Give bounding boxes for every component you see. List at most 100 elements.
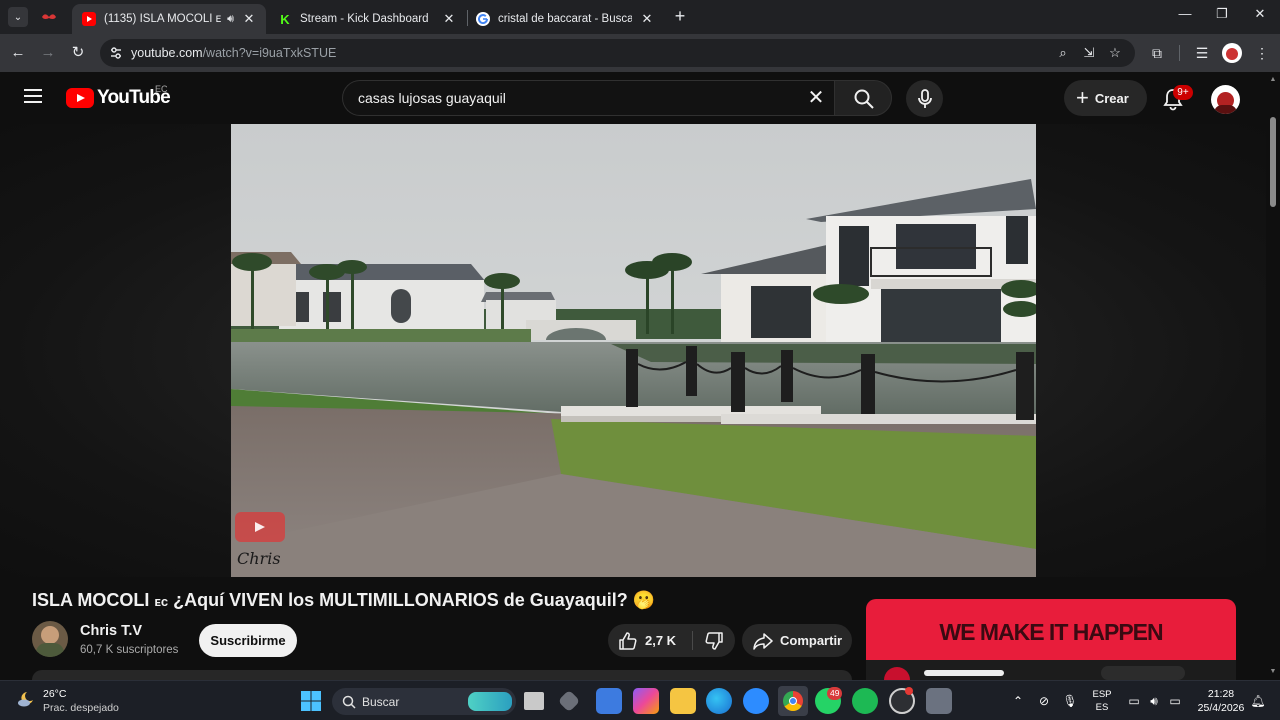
pinned-tab[interactable] bbox=[34, 4, 64, 30]
channel-avatar[interactable] bbox=[32, 621, 68, 657]
dislike-button[interactable] bbox=[693, 624, 735, 657]
create-label: Crear bbox=[1094, 90, 1129, 106]
scroll-down-arrow[interactable]: ▼ bbox=[1269, 668, 1277, 675]
spotify-icon[interactable] bbox=[852, 688, 878, 714]
speaker-icon[interactable]: 🔊︎ bbox=[227, 13, 234, 26]
tab-close-icon[interactable]: ✕ bbox=[442, 11, 456, 27]
clear-search-icon[interactable]: ✕ bbox=[804, 86, 828, 110]
search-input[interactable]: casas lujosas guayaquil ✕ bbox=[342, 80, 834, 116]
account-avatar[interactable] bbox=[1211, 85, 1240, 114]
windows-start-icon[interactable] bbox=[298, 688, 324, 714]
tab-title: (1135) ISLA MOCOLI ᴇᴄ ¿Aq bbox=[104, 13, 222, 25]
recording-dot bbox=[905, 687, 913, 695]
calculator-icon[interactable] bbox=[926, 688, 952, 714]
chrome-taskbar-slot[interactable] bbox=[778, 686, 808, 716]
tab-close-icon[interactable]: ✕ bbox=[640, 11, 654, 27]
like-button[interactable]: 2,7 K bbox=[608, 624, 692, 657]
clock-date[interactable]: 25/4/2026 bbox=[1192, 702, 1250, 714]
clock-time[interactable]: 21:28 bbox=[1192, 688, 1250, 700]
weather-description[interactable]: Prac. despejado bbox=[43, 702, 119, 714]
channel-name[interactable]: Chris T.V bbox=[80, 623, 142, 639]
video-player[interactable]: Chris bbox=[0, 124, 1266, 577]
like-dislike-group: 2,7 K bbox=[608, 624, 735, 657]
reload-button[interactable]: ↻ bbox=[67, 42, 89, 64]
thumbs-down-icon bbox=[705, 631, 723, 650]
chrome-icon-center bbox=[789, 697, 797, 705]
kick-icon: K bbox=[278, 12, 292, 27]
scroll-up-arrow[interactable]: ▲ bbox=[1269, 76, 1277, 83]
language-indicator-bottom[interactable]: ES bbox=[1090, 702, 1114, 713]
task-view-icon[interactable] bbox=[524, 692, 544, 710]
install-app-icon[interactable]: ⇲ bbox=[1081, 45, 1097, 61]
forward-button[interactable]: → bbox=[37, 42, 59, 64]
maximize-button[interactable]: ❐ bbox=[1204, 6, 1240, 26]
share-button[interactable]: Compartir bbox=[742, 624, 852, 657]
google-icon bbox=[476, 12, 490, 26]
extensions-icon[interactable]: ⧉ bbox=[1147, 43, 1167, 63]
zoom-icon[interactable] bbox=[743, 688, 769, 714]
notification-center-icon[interactable]: 🔔︎ bbox=[1250, 693, 1266, 709]
bookmark-star-icon[interactable]: ☆ bbox=[1107, 45, 1123, 61]
search-icon bbox=[854, 89, 874, 109]
guide-menu-icon[interactable] bbox=[24, 89, 42, 103]
close-window-button[interactable]: ✕ bbox=[1242, 6, 1278, 26]
address-bar[interactable]: youtube.com/watch?v=i9uaTxkSTUE ⌕ ⇲ ☆ bbox=[100, 39, 1135, 67]
tab-close-icon[interactable]: ✕ bbox=[242, 11, 256, 27]
weather-temperature[interactable]: 26°C bbox=[43, 688, 66, 700]
toolbar-divider bbox=[1179, 45, 1180, 61]
reading-list-icon[interactable]: ☰ bbox=[1192, 43, 1212, 63]
title-flag: ᴇᴄ bbox=[154, 594, 169, 609]
microsoft-store-icon[interactable] bbox=[596, 688, 622, 714]
taskbar-search-box[interactable]: Buscar bbox=[332, 688, 516, 715]
network-off-icon[interactable]: ⊘ bbox=[1036, 693, 1052, 709]
new-tab-button[interactable]: + bbox=[670, 6, 690, 26]
moon-cloud-weather-icon[interactable] bbox=[16, 689, 36, 709]
notification-count-badge: 9+ bbox=[1173, 85, 1193, 100]
whatsapp-badge: 49 bbox=[827, 687, 843, 700]
microphone-tray-icon[interactable]: 🎙︎ bbox=[1062, 693, 1078, 709]
voice-search-button[interactable] bbox=[906, 80, 943, 117]
tab-google[interactable]: cristal de baccarat - Buscar con ✕ bbox=[466, 4, 664, 34]
url-host: youtube.com bbox=[131, 46, 203, 60]
description-box[interactable] bbox=[32, 670, 852, 680]
back-button[interactable]: ← bbox=[7, 42, 29, 64]
tray-overflow-chevron-icon[interactable]: ⌃ bbox=[1010, 693, 1026, 709]
browser-tab-strip: ⌄ (1135) ISLA MOCOLI ᴇᴄ ¿Aq 🔊︎ ✕ K Strea… bbox=[0, 0, 1280, 34]
copilot-icon[interactable] bbox=[633, 688, 659, 714]
tab-kick[interactable]: K Stream - Kick Dashboard ✕ bbox=[268, 4, 466, 34]
edge-icon[interactable] bbox=[706, 688, 732, 714]
language-indicator-top[interactable]: ESP bbox=[1090, 689, 1114, 700]
cube-app-icon[interactable] bbox=[557, 689, 581, 713]
like-count: 2,7 K bbox=[645, 633, 677, 648]
youtube-play-icon bbox=[66, 88, 94, 108]
search-button[interactable] bbox=[834, 80, 892, 116]
ad-headline: WE MAKE IT HAPPEN bbox=[939, 619, 1163, 645]
search-highlight-image bbox=[468, 692, 512, 711]
thumbs-up-icon bbox=[619, 631, 637, 650]
watermark-text: Chris bbox=[237, 549, 281, 568]
subscribe-button[interactable]: Suscribirme bbox=[199, 624, 297, 657]
file-explorer-icon[interactable] bbox=[670, 688, 696, 714]
tab-search-button[interactable]: ⌄ bbox=[8, 7, 28, 27]
tab-title: cristal de baccarat - Buscar con bbox=[498, 13, 632, 25]
browser-toolbar: ← → ↻ youtube.com/watch?v=i9uaTxkSTUE ⌕ … bbox=[0, 34, 1280, 72]
scroll-thumb[interactable] bbox=[1270, 117, 1276, 207]
url-path: /watch?v=i9uaTxkSTUE bbox=[202, 46, 337, 60]
zoom-icon[interactable]: ⌕ bbox=[1055, 45, 1071, 61]
mustache-icon bbox=[42, 14, 56, 19]
sponsored-ad-panel[interactable]: WE MAKE IT HAPPEN bbox=[866, 599, 1236, 680]
create-button[interactable]: + Crear bbox=[1064, 80, 1147, 116]
minimize-button[interactable]: — bbox=[1167, 6, 1203, 26]
advertiser-name-placeholder bbox=[924, 670, 1004, 676]
chrome-menu-icon[interactable]: ⋮ bbox=[1252, 43, 1272, 63]
profile-avatar[interactable] bbox=[1222, 43, 1242, 63]
ad-cta-button[interactable] bbox=[1101, 666, 1185, 680]
tab-youtube[interactable]: (1135) ISLA MOCOLI ᴇᴄ ¿Aq 🔊︎ ✕ bbox=[72, 4, 266, 34]
volume-icon[interactable]: 🔊︎ bbox=[1146, 693, 1162, 709]
display-icon[interactable]: ▭ bbox=[1126, 693, 1142, 709]
site-settings-icon[interactable] bbox=[109, 46, 123, 60]
title-part1: ISLA MOCOLI bbox=[32, 590, 155, 610]
page-scrollbar[interactable]: ▲ ▼ bbox=[1266, 72, 1280, 680]
battery-icon[interactable]: ▭ bbox=[1167, 693, 1183, 709]
video-frame[interactable]: Chris bbox=[231, 124, 1036, 577]
